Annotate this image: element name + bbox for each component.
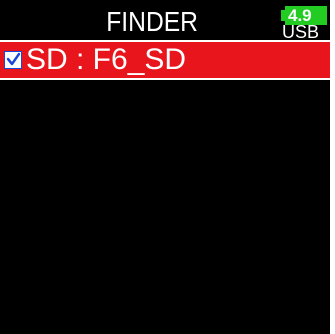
list-item-label: SD : F6_SD: [26, 43, 187, 76]
finder-list: SD : F6_SD: [0, 40, 330, 80]
checkbox-checked-icon[interactable]: [4, 51, 22, 69]
power-source-label: USB: [282, 23, 320, 41]
finder-screen: FINDER 4.9 USB SD : F6_SD: [0, 0, 330, 334]
page-title: FINDER: [106, 6, 198, 37]
list-item[interactable]: SD : F6_SD: [0, 40, 330, 80]
